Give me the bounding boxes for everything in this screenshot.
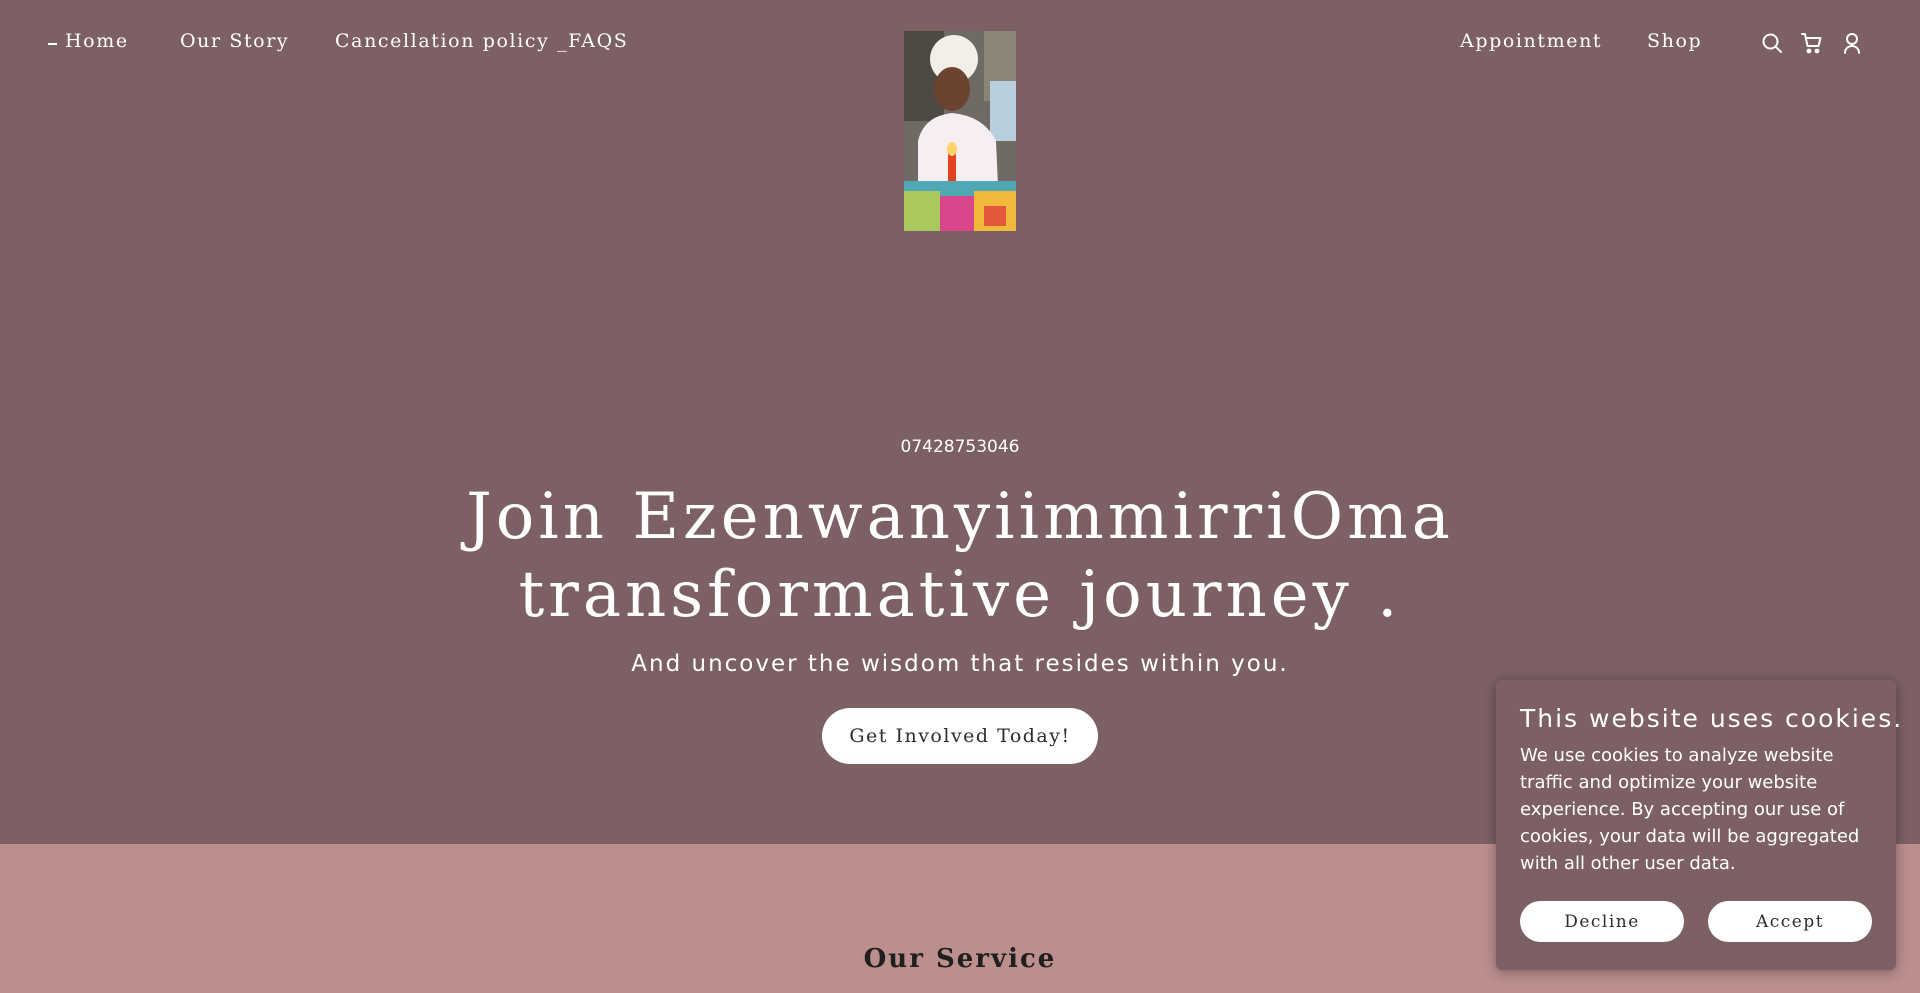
phone-number: 07428753046 [900, 437, 1020, 457]
hero-subheadline: And uncover the wisdom that resides with… [631, 651, 1289, 677]
user-icon[interactable] [1840, 31, 1864, 55]
hero-headline: Join EzenwanyiimmirriOma transformative … [360, 478, 1560, 634]
accept-cookies-button[interactable]: Accept [1708, 901, 1872, 942]
get-involved-button[interactable]: Get Involved Today! [822, 708, 1098, 764]
cookie-banner-title: This website uses cookies. [1520, 704, 1904, 733]
search-icon[interactable] [1760, 31, 1784, 55]
nav-link-shop[interactable]: Shop [1647, 30, 1702, 52]
headline-line-2: transformative journey . [518, 558, 1402, 632]
cookie-banner-text: We use cookies to analyze website traffi… [1520, 745, 1860, 874]
logo-photo[interactable] [904, 31, 1016, 231]
nav-link-cancellation-policy[interactable]: Cancellation policy _FAQS [335, 30, 628, 52]
nav-link-home[interactable]: Home [65, 30, 129, 52]
nav-link-appointment[interactable]: Appointment [1460, 30, 1602, 52]
cookie-banner: This website uses cookies. We use cookie… [1496, 680, 1901, 970]
active-nav-indicator [48, 43, 57, 45]
cart-icon[interactable] [1800, 31, 1824, 55]
decline-cookies-button[interactable]: Decline [1520, 901, 1684, 942]
nav-link-our-story[interactable]: Our Story [180, 30, 289, 52]
headline-line-1: Join EzenwanyiimmirriOma [466, 480, 1454, 554]
